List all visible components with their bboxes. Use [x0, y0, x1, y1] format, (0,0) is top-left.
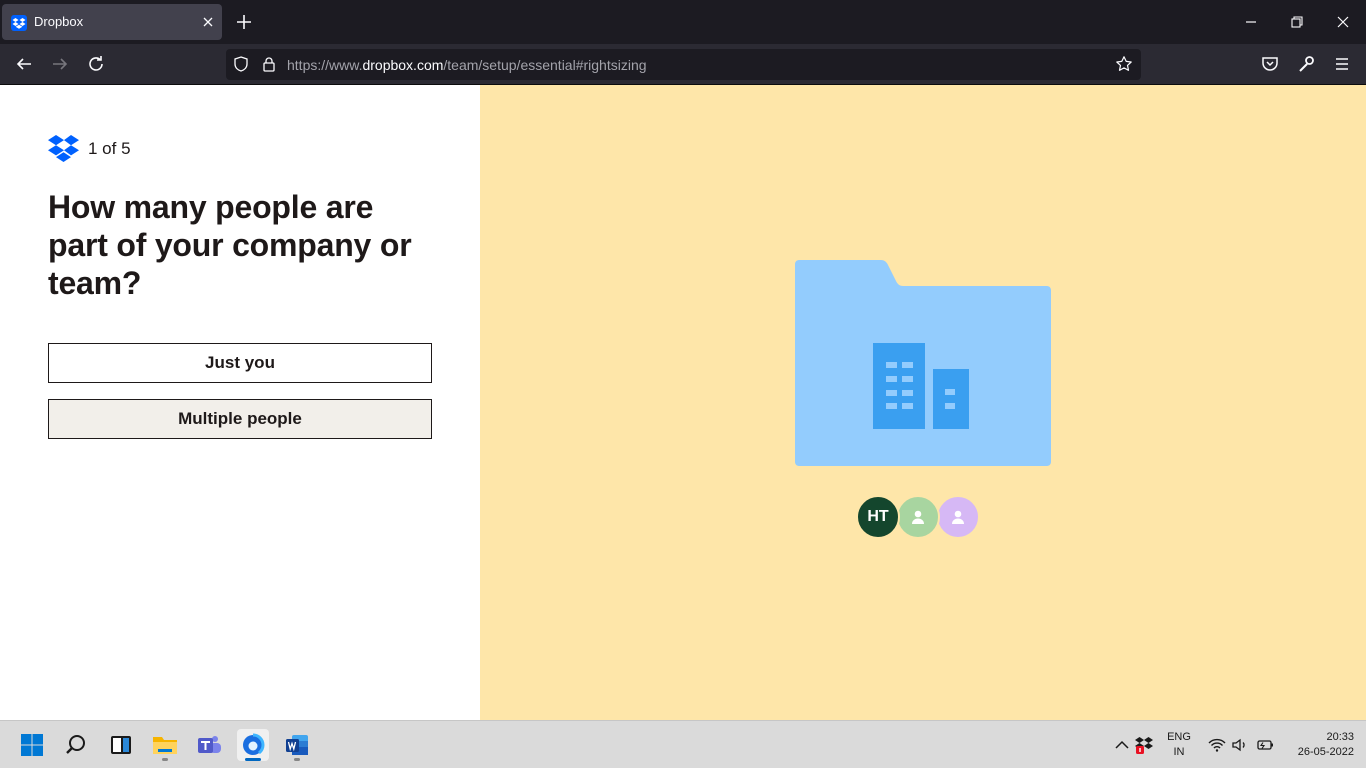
bookmark-star-icon[interactable]: [1115, 55, 1133, 78]
shield-icon[interactable]: [232, 55, 250, 78]
url-prefix: https://www.: [287, 57, 363, 73]
battery-icon[interactable]: [1255, 735, 1275, 755]
taskbar: ENG IN 20:33 26-05-2022: [0, 720, 1366, 768]
tab-dropbox[interactable]: Dropbox: [2, 4, 222, 40]
tab-title: Dropbox: [34, 14, 84, 29]
url-domain: dropbox.com: [362, 57, 444, 73]
clock[interactable]: 20:33 26-05-2022: [1284, 730, 1354, 760]
url-text[interactable]: https://www.dropbox.com/team/setup/essen…: [287, 57, 647, 73]
url-path: /team/setup/essential#rightsizing: [443, 57, 647, 73]
reload-icon[interactable]: [84, 52, 108, 76]
task-view-icon[interactable]: [105, 729, 137, 761]
back-icon[interactable]: [12, 52, 36, 76]
dropbox-logo-icon: [48, 135, 79, 162]
multiple-people-button[interactable]: Multiple people: [48, 399, 432, 439]
step-counter: 1 of 5: [88, 139, 131, 158]
dropbox-tray-icon[interactable]: [1134, 735, 1154, 755]
folder-building-illustration: [795, 260, 1051, 466]
active-app-indicator: [245, 758, 261, 761]
language-region: IN: [1173, 746, 1185, 758]
language-code: ENG: [1167, 731, 1191, 743]
just-you-button[interactable]: Just you: [48, 343, 432, 383]
word-icon[interactable]: [281, 729, 313, 761]
avatar-person-icon: [896, 495, 940, 539]
close-tab-icon[interactable]: [198, 12, 218, 32]
running-indicator: [294, 758, 300, 761]
clock-time: 20:33: [1326, 731, 1354, 743]
clock-date: 26-05-2022: [1297, 746, 1354, 758]
address-bar[interactable]: https://www.dropbox.com/team/setup/essen…: [226, 49, 1141, 80]
pocket-icon[interactable]: [1258, 52, 1282, 76]
avatar-person-icon: [936, 495, 980, 539]
page-content: 1 of 5 How many people are part of your …: [0, 85, 1366, 720]
teams-icon[interactable]: [193, 729, 225, 761]
page-title: How many people are part of your company…: [48, 189, 412, 301]
avatar-ht: HT: [856, 495, 900, 539]
firefox-icon[interactable]: [237, 729, 269, 761]
file-explorer-icon[interactable]: [149, 729, 181, 761]
search-icon[interactable]: [60, 729, 92, 761]
new-tab-icon[interactable]: [232, 10, 256, 34]
illustration-panel: HT: [480, 85, 1366, 720]
minimize-icon[interactable]: [1237, 8, 1265, 36]
forward-icon[interactable]: [48, 52, 72, 76]
navigation-toolbar: https://www.dropbox.com/team/setup/essen…: [0, 44, 1366, 85]
tab-strip: Dropbox: [0, 0, 1366, 44]
menu-icon[interactable]: [1330, 52, 1354, 76]
restore-icon[interactable]: [1283, 8, 1311, 36]
windows-start-icon[interactable]: [16, 729, 48, 761]
chevron-up-icon[interactable]: [1112, 735, 1132, 755]
volume-icon[interactable]: [1230, 735, 1250, 755]
wrench-icon[interactable]: [1294, 52, 1318, 76]
wifi-icon[interactable]: [1207, 735, 1227, 755]
dropbox-favicon-icon: [11, 15, 27, 31]
lock-icon[interactable]: [260, 55, 278, 78]
language-indicator[interactable]: ENG IN: [1164, 730, 1194, 760]
question-panel: 1 of 5 How many people are part of your …: [0, 85, 480, 720]
running-indicator: [162, 758, 168, 761]
close-window-icon[interactable]: [1329, 8, 1357, 36]
